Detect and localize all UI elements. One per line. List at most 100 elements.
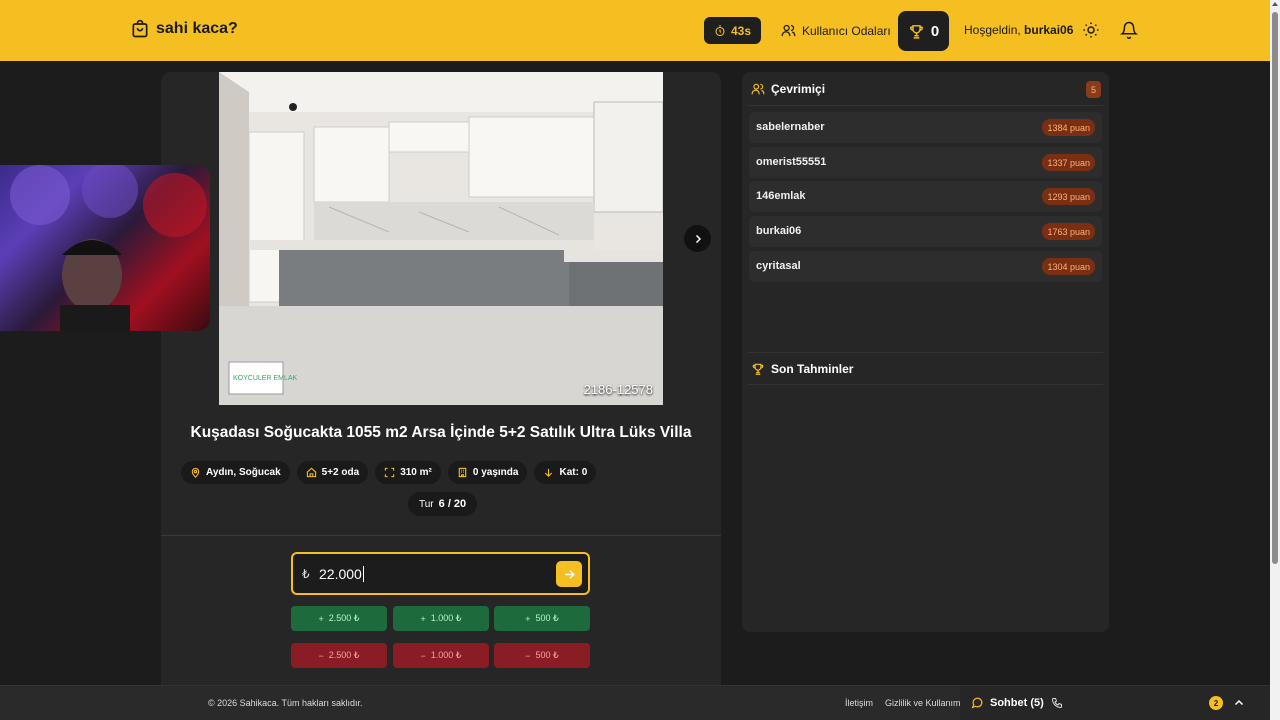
online-title: Çevrimiçi bbox=[771, 82, 826, 96]
guess-value[interactable]: 22.000 bbox=[319, 566, 364, 582]
online-user-row[interactable]: 146emlak 1293 puan bbox=[749, 181, 1102, 212]
score-value: 0 bbox=[930, 22, 940, 40]
plus-sign: + bbox=[318, 613, 324, 624]
user-points-badge: 1763 puan bbox=[1042, 223, 1095, 240]
top-navbar: sahi kaca? 43s Kullanıcı Odaları 0 Hoşge… bbox=[0, 0, 1270, 61]
stopwatch-icon bbox=[715, 24, 725, 36]
rooms-value: 5+2 oda bbox=[321, 467, 360, 478]
chat-bar[interactable]: Sohbet (5) 2 bbox=[960, 686, 1270, 720]
online-user-row[interactable]: cyritasal 1304 puan bbox=[749, 251, 1102, 282]
location-chip: Aydın, Soğucak bbox=[181, 461, 290, 484]
bell-icon[interactable] bbox=[1120, 21, 1138, 39]
divider bbox=[748, 384, 1103, 385]
divider bbox=[748, 352, 1103, 353]
scroll-up-arrow[interactable] bbox=[1272, 2, 1278, 6]
minus-2500-button[interactable]: −2.500 ₺ bbox=[291, 643, 387, 668]
plus-1000-label: 1.000 ₺ bbox=[430, 613, 462, 623]
next-photo-button[interactable] bbox=[684, 225, 711, 252]
online-username: omerist55551 bbox=[756, 156, 827, 168]
brand-name: sahi kaca? bbox=[156, 20, 238, 37]
webcam-image bbox=[10, 165, 207, 331]
online-user-row[interactable]: omerist55551 1337 puan bbox=[749, 147, 1102, 178]
online-count-badge: 5 bbox=[1086, 81, 1101, 98]
online-header: Çevrimiçi bbox=[751, 82, 825, 96]
location-value: Aydın, Soğucak bbox=[206, 467, 281, 478]
listing-attributes: Aydın, Soğucak 5+2 oda 310 m² 0 yaşında … bbox=[181, 461, 597, 484]
floor-value: Kat: 0 bbox=[559, 467, 588, 478]
timer-value: 43s bbox=[730, 23, 752, 38]
home-icon bbox=[306, 467, 316, 478]
user-rooms-link[interactable]: Kullanıcı Odaları bbox=[781, 17, 891, 44]
chat-bubble-icon bbox=[971, 697, 983, 709]
sun-icon[interactable] bbox=[1082, 21, 1100, 39]
currency-symbol: ₺ bbox=[302, 567, 310, 581]
divider bbox=[748, 105, 1103, 106]
trophy-icon bbox=[752, 363, 764, 375]
user-rooms-label: Kullanıcı Odaları bbox=[802, 23, 891, 38]
submit-guess-button[interactable] bbox=[556, 561, 582, 587]
greeting: Hoşgeldin, burkai06 bbox=[964, 23, 1073, 37]
listing-card: KOYCULER EMLAK 2186-12578 Kuşadası Soğuc… bbox=[161, 72, 721, 712]
page-scrollbar[interactable] bbox=[1270, 0, 1280, 720]
plus-sign: + bbox=[420, 613, 426, 624]
plus-1000-button[interactable]: +1.000 ₺ bbox=[393, 606, 489, 631]
minus-1000-button[interactable]: −1.000 ₺ bbox=[393, 643, 489, 668]
minus-500-label: 500 ₺ bbox=[535, 650, 559, 660]
divider bbox=[161, 535, 721, 536]
trophy-icon bbox=[909, 24, 923, 39]
round-value: 6 / 20 bbox=[438, 498, 467, 510]
plus-sign: + bbox=[525, 613, 531, 624]
plus-500-button[interactable]: +500 ₺ bbox=[494, 606, 590, 631]
user-points-badge: 1293 puan bbox=[1042, 188, 1095, 205]
minus-sign: − bbox=[525, 650, 531, 661]
webcam-overlay bbox=[0, 165, 210, 331]
kitchen-photo: KOYCULER EMLAK bbox=[219, 72, 663, 405]
guess-input[interactable]: ₺ 22.000 bbox=[291, 552, 590, 595]
area-value: 310 m² bbox=[400, 467, 432, 478]
contact-link[interactable]: İletişim bbox=[845, 698, 873, 708]
age-value: 0 yaşında bbox=[472, 467, 519, 478]
users-icon bbox=[781, 24, 796, 37]
round-timer: 43s bbox=[704, 17, 761, 44]
minus-500-button[interactable]: −500 ₺ bbox=[494, 643, 590, 668]
greeting-username[interactable]: burkai06 bbox=[1024, 23, 1073, 37]
user-points-badge: 1384 puan bbox=[1042, 119, 1095, 136]
online-user-row[interactable]: sabelernaber 1384 puan bbox=[749, 112, 1102, 143]
brand-logo[interactable]: sahi kaca? bbox=[130, 19, 238, 39]
minus-sign: − bbox=[318, 650, 324, 661]
chevron-right-icon bbox=[695, 234, 701, 243]
chat-label: Sohbet (5) bbox=[990, 696, 1044, 709]
rooms-chip: 5+2 oda bbox=[296, 461, 369, 484]
users-icon bbox=[751, 83, 765, 95]
minus-2500-label: 2.500 ₺ bbox=[328, 650, 360, 660]
chat-toggle[interactable]: Sohbet (5) bbox=[971, 696, 1044, 709]
phone-icon[interactable] bbox=[1051, 697, 1063, 709]
privacy-link[interactable]: Gizlilik ve Kullanım bbox=[885, 698, 960, 708]
building-icon bbox=[458, 467, 467, 478]
round-label: Tur bbox=[419, 498, 434, 510]
listing-ref: 2186-12578 bbox=[583, 382, 653, 397]
scrollbar-thumb[interactable] bbox=[1272, 12, 1278, 564]
online-username: 146emlak bbox=[756, 190, 806, 202]
listing-photo[interactable]: KOYCULER EMLAK 2186-12578 bbox=[219, 72, 663, 405]
age-chip: 0 yaşında bbox=[447, 461, 528, 484]
score-button[interactable]: 0 bbox=[898, 11, 949, 51]
expand-icon bbox=[385, 467, 395, 478]
online-username: sabelernaber bbox=[756, 121, 825, 133]
user-points-badge: 1337 puan bbox=[1042, 154, 1095, 171]
copyright-text: © 2026 Sahikaca. Tüm hakları saklıdır. bbox=[208, 698, 363, 708]
chevron-up-icon[interactable] bbox=[1233, 697, 1245, 709]
plus-500-label: 500 ₺ bbox=[535, 613, 559, 623]
plus-2500-button[interactable]: +2.500 ₺ bbox=[291, 606, 387, 631]
recent-guesses-header: Son Tahminler bbox=[751, 362, 853, 376]
online-username: cyritasal bbox=[756, 260, 801, 272]
recent-guesses-title: Son Tahminler bbox=[771, 362, 854, 376]
agency-logo-text: KOYCULER EMLAK bbox=[233, 375, 298, 382]
greeting-text: Hoşgeldin, bbox=[964, 23, 1021, 37]
map-pin-icon bbox=[191, 467, 200, 478]
minus-sign: − bbox=[420, 650, 426, 661]
arrow-right-icon bbox=[564, 569, 575, 579]
area-chip: 310 m² bbox=[375, 461, 441, 484]
floor-chip: Kat: 0 bbox=[534, 461, 597, 484]
online-user-row[interactable]: burkai06 1763 puan bbox=[749, 216, 1102, 247]
